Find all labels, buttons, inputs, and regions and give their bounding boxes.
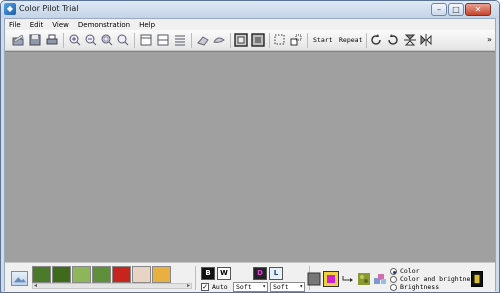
zoom-fit-icon[interactable]	[100, 33, 114, 47]
toolbar-separator	[191, 33, 192, 48]
start-button[interactable]: Start	[313, 36, 333, 44]
brush-icon[interactable]	[212, 33, 226, 47]
color-filter-icon[interactable]	[307, 272, 321, 286]
repeat-button[interactable]: Repeat	[339, 36, 362, 44]
radio-color[interactable]	[390, 268, 397, 275]
swatch[interactable]	[112, 266, 131, 283]
print-icon[interactable]	[45, 33, 59, 47]
maximize-button[interactable]: □	[448, 3, 464, 16]
blocks-icon[interactable]	[373, 272, 387, 286]
transfer-arrow-icon[interactable]	[341, 272, 355, 286]
minimize-button[interactable]: –	[431, 3, 447, 16]
title-bar[interactable]: ◆ Color Pilot Trial – □ ✕	[1, 1, 499, 18]
toolbar-overflow-button[interactable]: »	[487, 35, 492, 44]
radio-brightness[interactable]	[390, 284, 397, 291]
menu-demonstration[interactable]: Demonstration	[78, 21, 130, 29]
image-workspace[interactable]	[5, 51, 495, 262]
softness-select-2[interactable]: Soft ▾	[270, 282, 305, 292]
softness-select-1-value: Soft	[236, 283, 252, 291]
menu-bar: File Edit View Demonstration Help	[5, 19, 495, 30]
rotate-left-icon[interactable]	[369, 33, 383, 47]
magenta-color-icon[interactable]	[323, 271, 339, 287]
radio-brightness-label: Brightness	[400, 283, 440, 291]
chevron-down-icon: ▾	[262, 283, 266, 290]
menu-edit[interactable]: Edit	[30, 21, 44, 29]
radio-color-and-brightness-label: Color and brightness	[400, 275, 479, 283]
swatch[interactable]	[72, 266, 91, 283]
softness-select-2-value: Soft	[273, 283, 289, 291]
swatch[interactable]	[132, 266, 151, 283]
swatch-scrollbar[interactable]: ◂ ▸	[32, 282, 192, 289]
menu-help[interactable]: Help	[139, 21, 155, 29]
toolbar-separator	[63, 33, 64, 48]
frame-selected-icon[interactable]	[251, 33, 265, 47]
swatch-strip	[32, 266, 192, 283]
close-button[interactable]: ✕	[465, 3, 491, 16]
swatch[interactable]	[32, 266, 51, 283]
toolbar-separator	[134, 33, 135, 48]
app-logo-icon: ◆	[4, 3, 16, 15]
softness-select-1[interactable]: Soft ▾	[233, 282, 268, 292]
select-region-icon[interactable]	[273, 33, 287, 47]
menu-file[interactable]: File	[9, 21, 21, 29]
panel-separator	[195, 266, 196, 290]
toolbar-separator	[230, 33, 231, 48]
light-tone-button[interactable]: L	[269, 267, 283, 280]
open-icon[interactable]	[11, 33, 25, 47]
sample-image-button[interactable]	[11, 271, 28, 286]
menu-view[interactable]: View	[52, 21, 69, 29]
flip-vertical-icon[interactable]	[403, 33, 417, 47]
view-compare-icon[interactable]	[173, 33, 187, 47]
view-split-icon[interactable]	[156, 33, 170, 47]
white-point-button[interactable]: W	[217, 267, 231, 280]
texture-icon[interactable]	[357, 272, 371, 286]
zoom-in-icon[interactable]	[68, 33, 82, 47]
auto-checkbox[interactable]: ✓	[201, 283, 209, 291]
black-point-button[interactable]: B	[201, 267, 215, 280]
frame-icon[interactable]	[234, 33, 248, 47]
rotate-right-icon[interactable]	[386, 33, 400, 47]
swatch[interactable]	[152, 266, 171, 283]
client-area: File Edit View Demonstration Help Start …	[4, 18, 496, 292]
scroll-left-icon[interactable]: ◂	[34, 282, 37, 289]
swatch[interactable]	[52, 266, 71, 283]
bottom-panel: ◂ ▸ B W D L ✓ Auto Soft ▾ Soft ▾ Color C…	[5, 262, 495, 292]
flip-horizontal-icon[interactable]	[419, 33, 433, 47]
crop-icon[interactable]	[289, 33, 303, 47]
view-original-icon[interactable]	[139, 33, 153, 47]
dark-tone-button[interactable]: D	[253, 267, 267, 280]
toolbar: Start Repeat »	[5, 30, 495, 51]
eraser-icon[interactable]	[196, 33, 210, 47]
radio-color-and-brightness[interactable]	[390, 276, 397, 283]
auto-label: Auto	[212, 283, 228, 291]
window-title: Color Pilot Trial	[19, 4, 79, 13]
swatch[interactable]	[92, 266, 111, 283]
zoom-actual-icon[interactable]	[116, 33, 130, 47]
app-window: ◆ Color Pilot Trial – □ ✕ File Edit View…	[0, 0, 500, 293]
save-icon[interactable]	[28, 33, 42, 47]
toolbar-separator	[307, 33, 308, 48]
radio-color-label: Color	[400, 267, 420, 275]
toolbar-separator	[366, 33, 367, 48]
chevron-down-icon: ▾	[299, 283, 303, 290]
scroll-right-icon[interactable]: ▸	[187, 282, 190, 289]
toolbar-separator	[269, 33, 270, 48]
zoom-out-icon[interactable]	[84, 33, 98, 47]
film-strip-icon[interactable]	[471, 271, 483, 287]
